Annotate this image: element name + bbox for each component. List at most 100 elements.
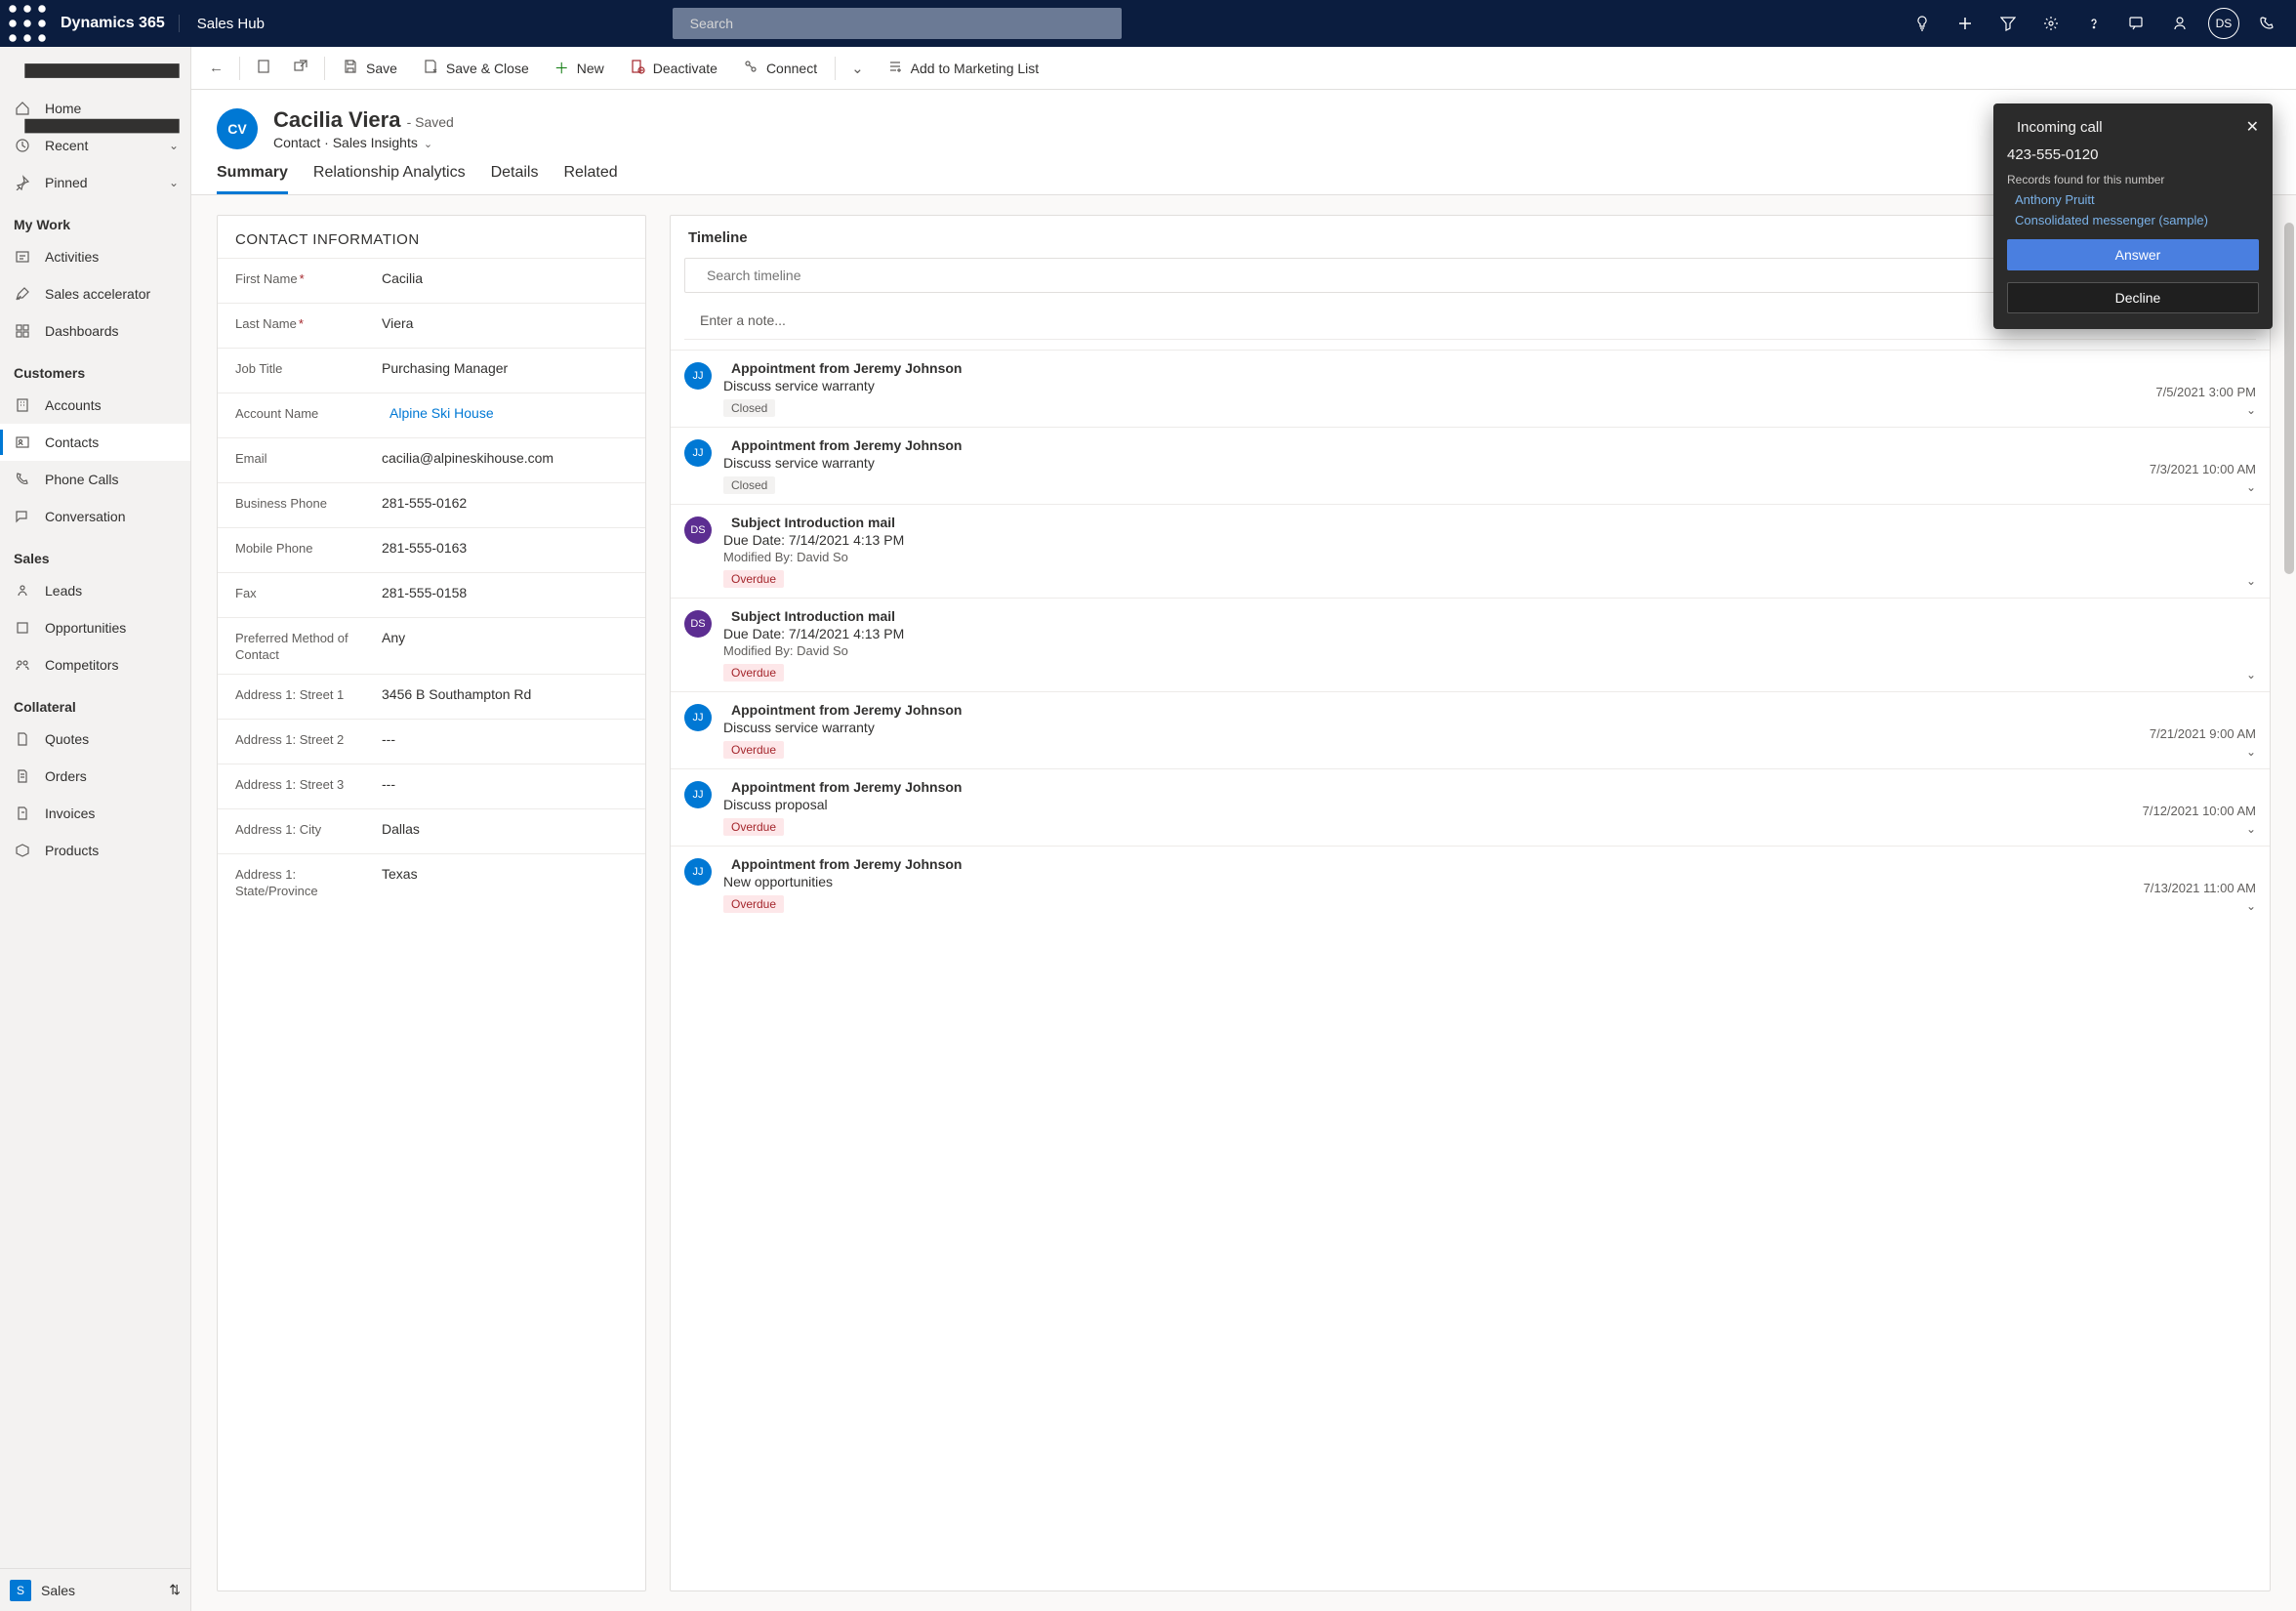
open-record-set-button[interactable]: [246, 51, 281, 86]
sidebar-item-quotes[interactable]: Quotes: [0, 721, 190, 758]
sidebar-item-label: Opportunities: [45, 620, 126, 636]
field-label: Address 1: Street 3: [235, 774, 382, 794]
add-icon[interactable]: [1945, 0, 1986, 47]
mobilephone-field[interactable]: 281-555-0163: [382, 538, 628, 556]
timeline-item[interactable]: JJAppointment from Jeremy JohnsonNew opp…: [671, 846, 2270, 923]
help-icon[interactable]: [2073, 0, 2114, 47]
firstname-field[interactable]: Cacilia: [382, 268, 628, 286]
chevron-down-icon[interactable]: ⌄: [2246, 574, 2256, 588]
city-field[interactable]: Dallas: [382, 819, 628, 837]
tab-related[interactable]: Related: [563, 164, 617, 194]
connect-button[interactable]: Connect: [731, 51, 829, 86]
chevron-down-icon[interactable]: ⌄: [2246, 668, 2256, 682]
sidebar-item-activities[interactable]: Activities: [0, 238, 190, 275]
timeline-item[interactable]: DSSubject Introduction mailDue Date: 7/1…: [671, 598, 2270, 691]
timeline-item[interactable]: JJAppointment from Jeremy JohnsonDiscuss…: [671, 427, 2270, 504]
area-label: Sales: [41, 1583, 75, 1598]
caller-account-link[interactable]: Consolidated messenger (sample): [2007, 213, 2259, 227]
sidebar-item-label: Quotes: [45, 731, 89, 747]
sidebar-item-label: Home: [45, 101, 81, 116]
answer-button[interactable]: Answer: [2007, 239, 2259, 270]
deactivate-button[interactable]: Deactivate: [618, 51, 729, 86]
connect-dropdown[interactable]: ⌄: [841, 51, 874, 86]
chevron-down-icon[interactable]: ⌄: [424, 139, 432, 150]
settings-icon[interactable]: [2030, 0, 2071, 47]
sidebar-item-orders[interactable]: Orders: [0, 758, 190, 795]
timeline-item[interactable]: DSSubject Introduction mailDue Date: 7/1…: [671, 504, 2270, 598]
sidebar-item-invoices[interactable]: Invoices: [0, 795, 190, 832]
email-field[interactable]: cacilia@alpineskihouse.com: [382, 448, 628, 466]
chevron-down-icon[interactable]: ⌄: [2246, 899, 2256, 913]
lightbulb-icon[interactable]: [1902, 0, 1943, 47]
street3-field[interactable]: ---: [382, 774, 628, 792]
connect-icon: [743, 59, 758, 78]
caller-contact-link[interactable]: Anthony Pruitt: [2007, 192, 2259, 207]
back-button[interactable]: ←: [199, 51, 233, 86]
state-field[interactable]: Texas: [382, 864, 628, 882]
area-switcher[interactable]: S Sales ⇅: [0, 1568, 190, 1611]
jobtitle-field[interactable]: Purchasing Manager: [382, 358, 628, 376]
cmd-label: Connect: [766, 61, 817, 76]
command-bar: ← Save Save & Close ＋New Deactivate Conn…: [191, 47, 2296, 90]
invoice-icon: [14, 806, 31, 821]
app-launcher-icon[interactable]: [8, 0, 47, 47]
global-search-input[interactable]: [690, 16, 1112, 31]
sidebar-item-accounts[interactable]: Accounts: [0, 387, 190, 424]
sidebar-item-label: Activities: [45, 249, 99, 265]
tab-relationship-analytics[interactable]: Relationship Analytics: [313, 164, 466, 194]
marketing-icon: [887, 59, 903, 78]
sidebar-item-competitors[interactable]: Competitors: [0, 646, 190, 683]
tab-summary[interactable]: Summary: [217, 164, 288, 194]
sidebar-item-recent[interactable]: Recent ⌄: [0, 127, 190, 164]
businessphone-field[interactable]: 281-555-0162: [382, 493, 628, 511]
sidebar-item-contacts[interactable]: Contacts: [0, 424, 190, 461]
save-close-button[interactable]: Save & Close: [411, 51, 541, 86]
add-marketing-button[interactable]: Add to Marketing List: [876, 51, 1051, 86]
street1-field[interactable]: 3456 B Southampton Rd: [382, 684, 628, 702]
timeline-item[interactable]: JJAppointment from Jeremy JohnsonDiscuss…: [671, 768, 2270, 846]
sidebar-item-opportunities[interactable]: Opportunities: [0, 609, 190, 646]
decline-button[interactable]: Decline: [2007, 282, 2259, 313]
chevron-down-icon[interactable]: ⌄: [2246, 822, 2256, 836]
global-search[interactable]: [673, 8, 1122, 39]
user-avatar[interactable]: DS: [2208, 8, 2239, 39]
activity-timestamp: 7/5/2021 3:00 PM: [2155, 385, 2256, 399]
filter-icon[interactable]: [1988, 0, 2029, 47]
assistant-icon[interactable]: [2159, 0, 2200, 47]
phone-panel-icon[interactable]: [2247, 0, 2288, 47]
preferredcontact-field[interactable]: Any: [382, 628, 628, 645]
save-button[interactable]: Save: [331, 51, 409, 86]
sidebar-item-conversation[interactable]: Conversation: [0, 498, 190, 535]
cmd-label: Add to Marketing List: [911, 61, 1040, 76]
popup-button[interactable]: [283, 51, 318, 86]
sidebar-item-dashboards[interactable]: Dashboards: [0, 312, 190, 350]
activity-timestamp: 7/13/2021 11:00 AM: [2144, 881, 2256, 895]
sidebar-toggle[interactable]: [0, 51, 190, 90]
save-close-icon: [423, 59, 438, 78]
record-name: Cacilia Viera: [273, 107, 400, 132]
fax-field[interactable]: 281-555-0158: [382, 583, 628, 600]
activity-status-badge: Closed: [723, 399, 775, 417]
new-button[interactable]: ＋New: [543, 51, 616, 86]
chevron-down-icon[interactable]: ⌄: [2246, 745, 2256, 759]
sidebar-item-phonecalls[interactable]: Phone Calls: [0, 461, 190, 498]
activity-avatar: JJ: [684, 439, 712, 467]
lastname-field[interactable]: Viera: [382, 313, 628, 331]
timeline-item[interactable]: JJAppointment from Jeremy JohnsonDiscuss…: [671, 350, 2270, 427]
sidebar-item-leads[interactable]: Leads: [0, 572, 190, 609]
tab-details[interactable]: Details: [491, 164, 539, 194]
sidebar-item-products[interactable]: Products: [0, 832, 190, 869]
chevron-down-icon[interactable]: ⌄: [2246, 403, 2256, 417]
sidebar-item-home[interactable]: Home: [0, 90, 190, 127]
chat-icon[interactable]: [2116, 0, 2157, 47]
sidebar-item-salesaccel[interactable]: Sales accelerator: [0, 275, 190, 312]
timeline-item[interactable]: JJAppointment from Jeremy JohnsonDiscuss…: [671, 691, 2270, 768]
street2-field[interactable]: ---: [382, 729, 628, 747]
scrollbar-thumb[interactable]: [2284, 223, 2294, 574]
accountname-field[interactable]: Alpine Ski House: [382, 403, 628, 421]
chevron-down-icon[interactable]: ⌄: [2246, 480, 2256, 494]
close-icon[interactable]: ✕: [2246, 117, 2259, 137]
sidebar-item-pinned[interactable]: Pinned ⌄: [0, 164, 190, 201]
sidebar-group-collateral: Collateral: [0, 683, 190, 721]
field-label: Last Name: [235, 316, 297, 331]
